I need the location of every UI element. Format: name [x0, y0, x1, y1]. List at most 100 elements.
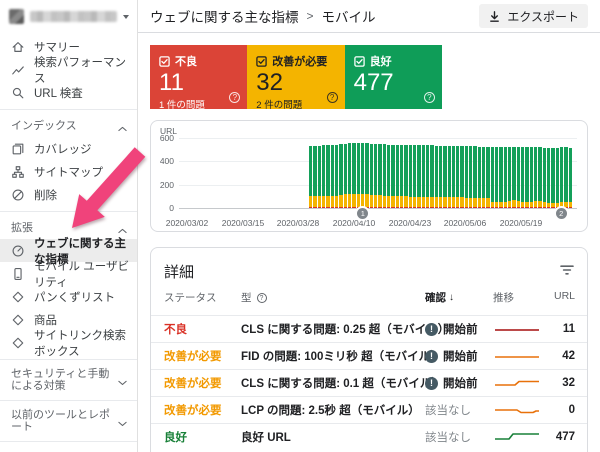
- bar[interactable]: [396, 145, 399, 208]
- property-selector[interactable]: [0, 0, 137, 33]
- bar[interactable]: [530, 147, 533, 208]
- bar-segment-良好: [538, 147, 541, 201]
- table-row[interactable]: 不良CLS に関する問題: 0.25 超（モバイル）!開始前11: [151, 315, 587, 342]
- status-card-不良[interactable]: 不良111 件の問題?: [150, 45, 247, 109]
- bar[interactable]: [313, 146, 316, 208]
- bar[interactable]: [391, 145, 394, 208]
- bar[interactable]: [517, 147, 520, 208]
- bar[interactable]: [495, 147, 498, 208]
- bar[interactable]: [331, 145, 334, 208]
- help-icon[interactable]: ?: [229, 92, 240, 103]
- sidebar-item-サイトマップ[interactable]: サイトマップ: [0, 160, 137, 183]
- bar[interactable]: [361, 143, 364, 208]
- bar[interactable]: [538, 147, 541, 208]
- table-row[interactable]: 改善が必要FID の問題: 100ミリ秒 超（モバイル）!開始前42: [151, 342, 587, 369]
- bar[interactable]: [569, 148, 572, 208]
- sidebar-item-URL 検査[interactable]: URL 検査: [0, 81, 137, 104]
- export-button[interactable]: エクスポート: [479, 4, 588, 28]
- bar[interactable]: [478, 147, 481, 208]
- help-icon[interactable]: ?: [424, 92, 435, 103]
- bar[interactable]: [564, 147, 567, 208]
- column-status[interactable]: ステータス: [164, 290, 217, 305]
- bar[interactable]: [465, 146, 468, 208]
- bar[interactable]: [417, 145, 420, 208]
- bar[interactable]: [339, 144, 342, 208]
- table-row[interactable]: 改善が必要LCP の問題: 2.5秒 超（モバイル）該当なし0: [151, 396, 587, 423]
- bar[interactable]: [469, 146, 472, 208]
- bar[interactable]: [499, 147, 502, 208]
- bar-segment-不良: [439, 207, 442, 208]
- bar[interactable]: [443, 146, 446, 208]
- bar[interactable]: [486, 147, 489, 208]
- filter-icon[interactable]: [560, 263, 574, 275]
- sidebar-section-セキュリティと手動による対策[interactable]: セキュリティと手動による対策: [0, 365, 137, 395]
- column-type[interactable]: 型 ?: [241, 290, 267, 305]
- bar[interactable]: [430, 145, 433, 208]
- bar[interactable]: [473, 146, 476, 208]
- bar[interactable]: [374, 144, 377, 208]
- sidebar-item-カバレッジ[interactable]: カバレッジ: [0, 137, 137, 160]
- bar[interactable]: [525, 147, 528, 208]
- card-value: 32: [256, 70, 335, 96]
- bar[interactable]: [348, 143, 351, 208]
- table-body: 不良CLS に関する問題: 0.25 超（モバイル）!開始前11改善が必要FID…: [151, 315, 587, 450]
- sidebar-item-パンくずリスト[interactable]: パンくずリスト: [0, 285, 137, 308]
- bar[interactable]: [482, 147, 485, 208]
- bar[interactable]: [413, 145, 416, 208]
- table-row[interactable]: 改善が必要CLS に関する問題: 0.1 超（モバイル）!開始前32: [151, 369, 587, 396]
- bar[interactable]: [326, 145, 329, 208]
- bar[interactable]: [322, 145, 325, 208]
- help-icon[interactable]: ?: [327, 92, 338, 103]
- bar[interactable]: [378, 144, 381, 208]
- bar[interactable]: [534, 147, 537, 208]
- bar[interactable]: [365, 143, 368, 208]
- bar[interactable]: [309, 146, 312, 208]
- bar-segment-改善が必要: [357, 194, 360, 207]
- bar[interactable]: [409, 145, 412, 208]
- bar[interactable]: [560, 147, 563, 208]
- bar[interactable]: [504, 147, 507, 208]
- sidebar-item-削除[interactable]: 削除: [0, 183, 137, 206]
- bar[interactable]: [547, 148, 550, 208]
- bar[interactable]: [491, 147, 494, 208]
- bar[interactable]: [352, 143, 355, 208]
- status-card-改善が必要[interactable]: 改善が必要322 件の問題?: [247, 45, 344, 109]
- column-check[interactable]: 確認 ↓: [425, 290, 454, 305]
- sidebar-item-モバイル ユーザビリティ[interactable]: モバイル ユーザビリティ: [0, 262, 137, 285]
- sidebar-item-サイトリンク検索ボックス[interactable]: サイトリンク検索ボックス: [0, 331, 137, 354]
- bar[interactable]: [404, 145, 407, 208]
- bar[interactable]: [508, 147, 511, 208]
- chart-marker-2[interactable]: 2: [556, 208, 567, 219]
- sidebar-item-リンク[interactable]: リンク: [0, 447, 137, 452]
- bar[interactable]: [543, 148, 546, 208]
- sidebar-section-以前のツールとレポート[interactable]: 以前のツールとレポート: [0, 406, 137, 436]
- bar[interactable]: [460, 146, 463, 208]
- bar[interactable]: [344, 144, 347, 208]
- bar[interactable]: [318, 146, 321, 208]
- bar[interactable]: [452, 146, 455, 208]
- bar[interactable]: [383, 144, 386, 208]
- bar[interactable]: [426, 145, 429, 208]
- column-url[interactable]: URL: [554, 290, 575, 302]
- table-row[interactable]: 良好良好 URL該当なし477: [151, 423, 587, 450]
- bar[interactable]: [556, 148, 559, 208]
- bar[interactable]: [387, 145, 390, 208]
- breadcrumb-parent[interactable]: ウェブに関する主な指標: [150, 6, 299, 26]
- bar[interactable]: [456, 146, 459, 208]
- bar[interactable]: [422, 145, 425, 208]
- status-card-良好[interactable]: 良好477?: [345, 45, 442, 109]
- bar[interactable]: [357, 143, 360, 208]
- bar[interactable]: [448, 146, 451, 208]
- bar[interactable]: [370, 144, 373, 208]
- bar[interactable]: [551, 148, 554, 208]
- sidebar-section-インデックス[interactable]: インデックス: [0, 115, 137, 137]
- sidebar-item-検索パフォーマンス[interactable]: 検索パフォーマンス: [0, 58, 137, 81]
- bar-segment-良好: [534, 147, 537, 200]
- bar[interactable]: [521, 147, 524, 208]
- bar[interactable]: [400, 145, 403, 208]
- bar[interactable]: [512, 147, 515, 208]
- bar[interactable]: [435, 146, 438, 208]
- column-trend[interactable]: 推移: [493, 290, 514, 305]
- bar[interactable]: [335, 145, 338, 208]
- bar[interactable]: [439, 146, 442, 208]
